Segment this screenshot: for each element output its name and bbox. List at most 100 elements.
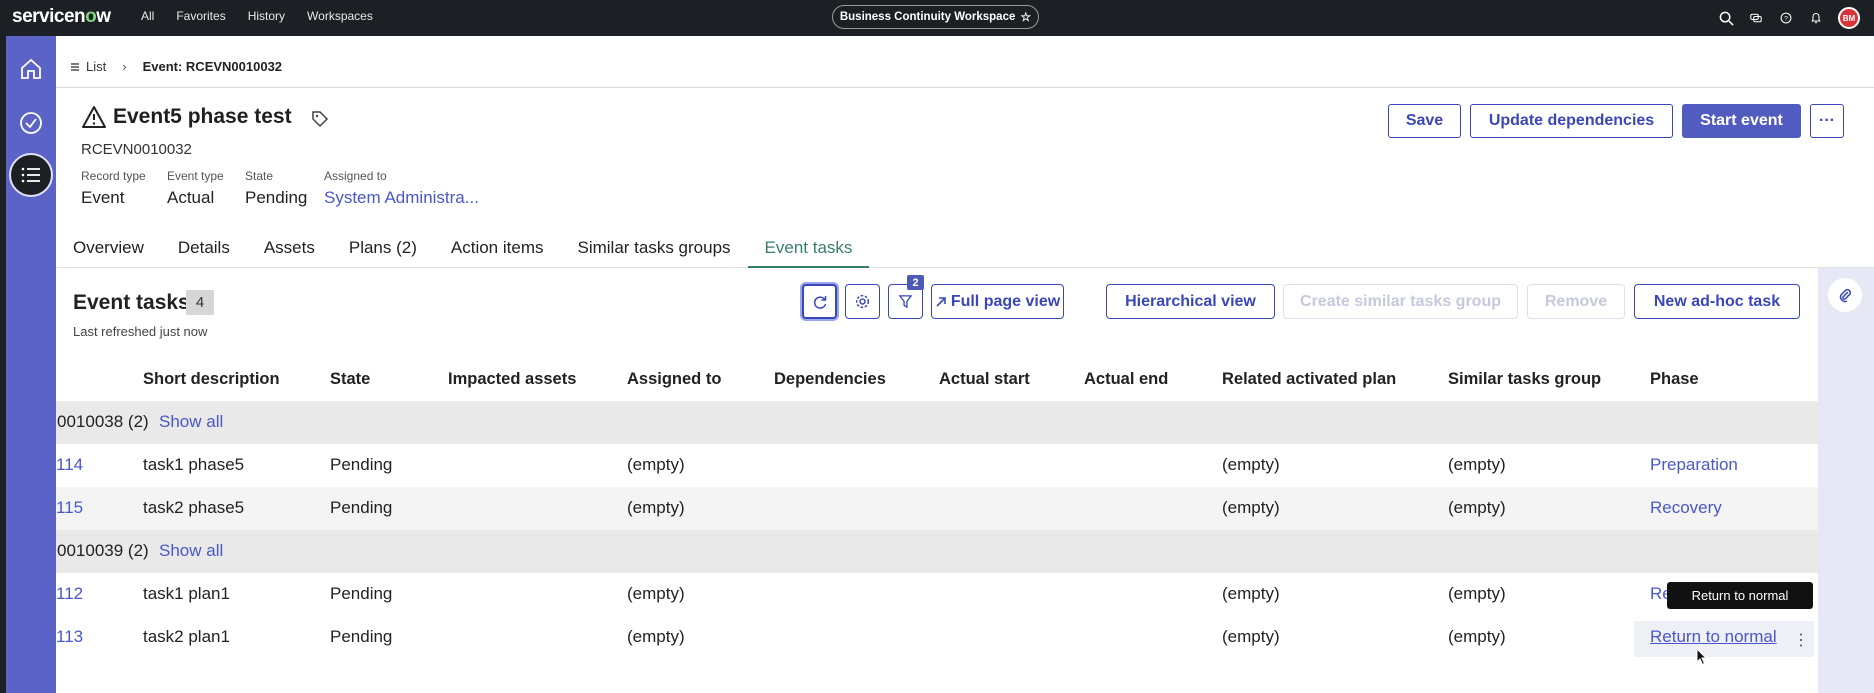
create-similar-tasks-group-button[interactable]: Create similar tasks group [1283, 284, 1518, 319]
phase-link[interactable]: Preparation [1650, 455, 1738, 475]
tag-icon[interactable] [310, 109, 330, 129]
column-dependencies[interactable]: Dependencies [774, 370, 886, 389]
cell-short-description: task1 phase5 [143, 455, 245, 474]
tab-overview[interactable]: Overview [56, 228, 161, 268]
field-value-event-type: Actual [167, 188, 215, 207]
column-state[interactable]: State [330, 370, 370, 389]
record-number: RCEVN0010032 [81, 141, 192, 158]
help-icon[interactable]: ? [1778, 10, 1794, 26]
star-icon[interactable]: ☆ [1020, 10, 1031, 24]
column-phase[interactable]: Phase [1650, 370, 1699, 389]
cell-state: Pending [330, 627, 393, 646]
cell-related-plan: (empty) [1222, 498, 1280, 517]
list-icon[interactable] [9, 153, 53, 197]
cell-state: Pending [330, 584, 393, 603]
hierarchical-view-button[interactable]: Hierarchical view [1106, 284, 1275, 319]
breadcrumb-current: Event: RCEVN0010032 [142, 59, 283, 74]
cell-state: Pending [330, 455, 393, 474]
last-refreshed-text: Last refreshed just now [73, 324, 208, 339]
phase-link[interactable]: Return to normal [1650, 627, 1777, 647]
breadcrumb-list[interactable]: List [70, 59, 106, 74]
arrow-up-right-icon [936, 296, 946, 307]
paperclip-icon[interactable] [1828, 278, 1862, 312]
column-actual-start[interactable]: Actual start [939, 370, 1030, 389]
mouse-cursor-icon [1696, 648, 1708, 666]
cell-similar-group: (empty) [1448, 584, 1506, 603]
servicenow-logo[interactable]: servicenow [12, 6, 111, 28]
group-id: 0010038 (2) [57, 412, 149, 431]
task-number-link[interactable]: 112 [56, 584, 83, 604]
breadcrumb: List › Event: RCEVN0010032 [56, 46, 1874, 88]
field-label-state: State [245, 169, 274, 183]
record-tabs: Overview Details Assets Plans (2) Action… [56, 228, 1874, 268]
home-icon[interactable] [9, 47, 53, 91]
field-label-assigned-to: Assigned to [324, 169, 387, 183]
top-icons: ? BM [1718, 7, 1860, 29]
group-row: 0010039 (2) Show all [56, 530, 1818, 573]
tab-assets[interactable]: Assets [247, 228, 332, 268]
tab-event-tasks[interactable]: Event tasks [747, 228, 870, 268]
start-event-button[interactable]: Start event [1682, 104, 1801, 138]
column-related-activated-plan[interactable]: Related activated plan [1222, 370, 1396, 389]
search-icon[interactable] [1718, 10, 1734, 26]
cell-similar-group: (empty) [1448, 455, 1506, 474]
refresh-button[interactable] [802, 284, 837, 319]
bell-icon[interactable] [1808, 10, 1824, 26]
update-dependencies-button[interactable]: Update dependencies [1470, 104, 1673, 138]
cell-assigned-to: (empty) [627, 584, 685, 603]
tab-action-items[interactable]: Action items [434, 228, 561, 268]
table-header: Short description State Impacted assets … [56, 360, 1818, 402]
new-ad-hoc-task-button[interactable]: New ad-hoc task [1634, 284, 1800, 319]
remove-button[interactable]: Remove [1527, 284, 1625, 319]
task-number-link[interactable]: 114 [56, 455, 83, 475]
user-avatar[interactable]: BM [1838, 7, 1860, 29]
phase-link[interactable]: Recovery [1650, 498, 1722, 518]
column-assigned-to[interactable]: Assigned to [627, 370, 721, 389]
table-row: 113 task2 plan1 Pending (empty) (empty) … [56, 616, 1818, 659]
show-all-link[interactable]: Show all [159, 541, 223, 561]
column-impacted-assets[interactable]: Impacted assets [448, 370, 576, 389]
menu-all[interactable]: All [141, 9, 154, 23]
top-menu: All Favorites History Workspaces [141, 9, 373, 23]
cell-assigned-to: (empty) [627, 498, 685, 517]
column-similar-tasks-group[interactable]: Similar tasks group [1448, 370, 1601, 389]
full-page-view-button[interactable]: Full page view [931, 284, 1064, 319]
left-rail [0, 36, 56, 693]
workspace-name: Business Continuity Workspace [839, 11, 1016, 23]
field-value-record-type: Event [81, 188, 125, 207]
tab-details[interactable]: Details [161, 228, 247, 268]
save-button[interactable]: Save [1388, 104, 1461, 138]
cell-assigned-to: (empty) [627, 627, 685, 646]
task-number-link[interactable]: 113 [56, 627, 83, 647]
refresh-icon [813, 295, 826, 309]
warning-icon [82, 106, 106, 128]
tab-similar-tasks-groups[interactable]: Similar tasks groups [560, 228, 747, 268]
list-menu-icon [71, 62, 79, 71]
cell-short-description: task2 phase5 [143, 498, 245, 517]
group-row: 0010038 (2) Show all [56, 401, 1818, 444]
cell-short-description: task2 plan1 [143, 627, 230, 646]
check-circle-icon[interactable] [9, 101, 53, 145]
menu-favorites[interactable]: Favorites [176, 9, 225, 23]
show-all-link[interactable]: Show all [159, 412, 223, 432]
chat-icon[interactable] [1748, 10, 1764, 26]
gear-icon [855, 294, 870, 309]
field-value-assigned-to[interactable]: System Administra... [324, 188, 479, 208]
svg-text:?: ? [1784, 16, 1788, 23]
settings-button[interactable] [845, 284, 880, 319]
task-number-link[interactable]: 115 [56, 498, 83, 518]
column-short-description[interactable]: Short description [143, 370, 280, 389]
full-page-view-label: Full page view [950, 292, 1061, 310]
table-row: 114 task1 phase5 Pending (empty) (empty)… [56, 444, 1818, 487]
row-more-icon[interactable]: ⋮ [1793, 630, 1809, 650]
column-actual-end[interactable]: Actual end [1084, 370, 1168, 389]
more-actions-button[interactable]: ··· [1810, 104, 1844, 138]
top-navigation: servicenow All Favorites History Workspa… [0, 0, 1874, 36]
chevron-right-icon: › [122, 59, 127, 74]
page-title: Event5 phase test [113, 105, 292, 128]
record-title-row: Event5 phase test [81, 105, 330, 129]
menu-history[interactable]: History [248, 9, 285, 23]
tab-plans[interactable]: Plans (2) [332, 228, 434, 268]
workspace-pill[interactable]: Business Continuity Workspace ☆ [832, 5, 1039, 29]
menu-workspaces[interactable]: Workspaces [307, 9, 373, 23]
